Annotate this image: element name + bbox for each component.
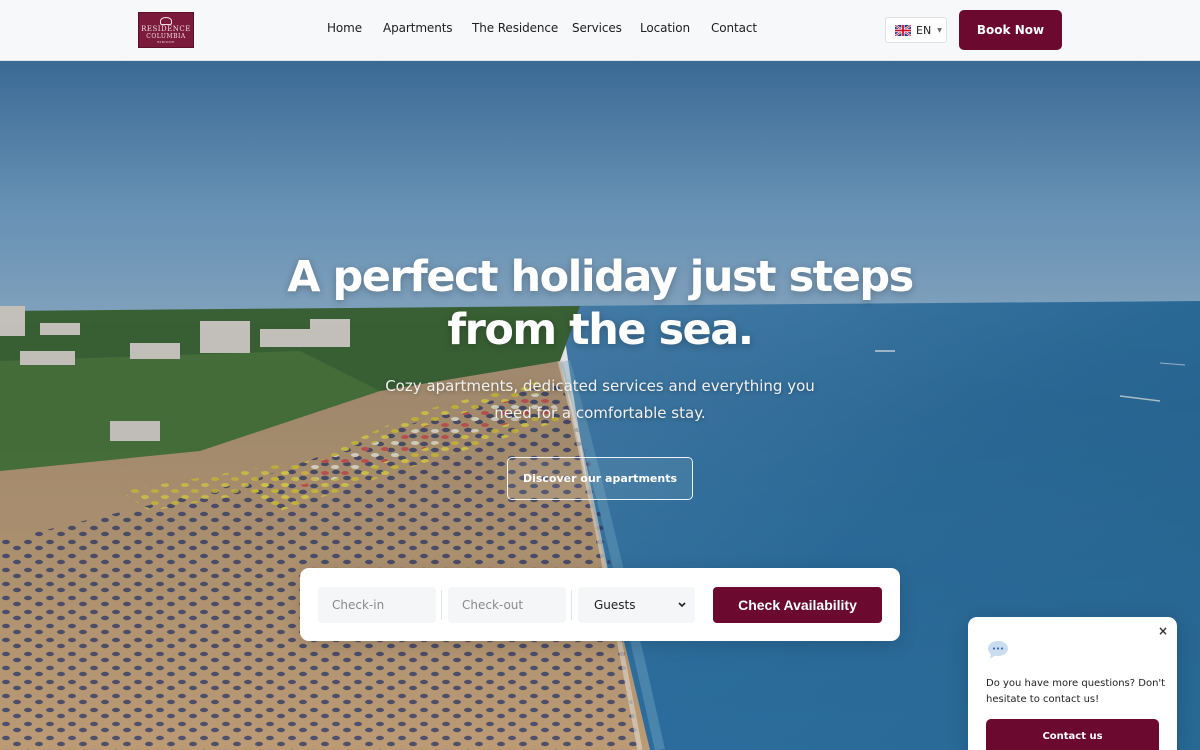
crest-icon	[160, 16, 172, 25]
logo-text-line2: COLUMBIA	[146, 32, 186, 40]
hero-title: A perfect holiday just steps from the se…	[287, 252, 914, 355]
chevron-down-icon	[678, 602, 686, 608]
check-availability-button[interactable]: Check Availability	[713, 587, 882, 623]
nav-item-home[interactable]: Home	[327, 21, 362, 35]
field-divider	[441, 590, 442, 620]
logo-text-line1: RESIDENCE	[141, 24, 191, 33]
hero-subtitle: Cozy apartments, dedicated services and …	[385, 377, 815, 422]
book-now-button[interactable]: Book Now	[959, 10, 1062, 50]
field-divider	[571, 590, 572, 620]
guests-select[interactable]: Guests	[578, 587, 695, 623]
caret-down-icon: ▼	[937, 26, 942, 34]
booking-form: Guests Check Availability	[300, 568, 900, 641]
checkout-input[interactable]	[448, 587, 566, 623]
logo-text-line3: BIBIONE	[157, 39, 175, 44]
chat-message: Do you have more questions? Don't hesita…	[986, 678, 1166, 705]
nav-item-the-residence[interactable]: The Residence	[472, 21, 558, 35]
checkin-input[interactable]	[318, 587, 436, 623]
contact-chat-popup: × Do you have more questions? Don't hesi…	[968, 617, 1177, 750]
guests-select-value: Guests	[594, 598, 636, 612]
nav-item-location[interactable]: Location	[640, 21, 690, 35]
nav-item-apartments[interactable]: Apartments	[383, 21, 453, 35]
nav-item-contact[interactable]: Contact	[711, 21, 757, 35]
close-icon[interactable]: ×	[1158, 625, 1168, 637]
language-selector[interactable]: EN ▼	[885, 17, 947, 43]
chat-bubble-icon	[988, 641, 1008, 659]
discover-apartments-button[interactable]: Discover our apartments	[507, 457, 693, 500]
uk-flag-icon	[895, 24, 911, 36]
nav-item-services[interactable]: Services	[572, 21, 622, 35]
contact-us-button[interactable]: Contact us	[986, 719, 1159, 750]
residence-logo[interactable]: RESIDENCE COLUMBIA BIBIONE	[138, 12, 194, 48]
language-code: EN	[916, 23, 932, 37]
site-header: RESIDENCE COLUMBIA BIBIONE Home Apartmen…	[0, 0, 1200, 61]
